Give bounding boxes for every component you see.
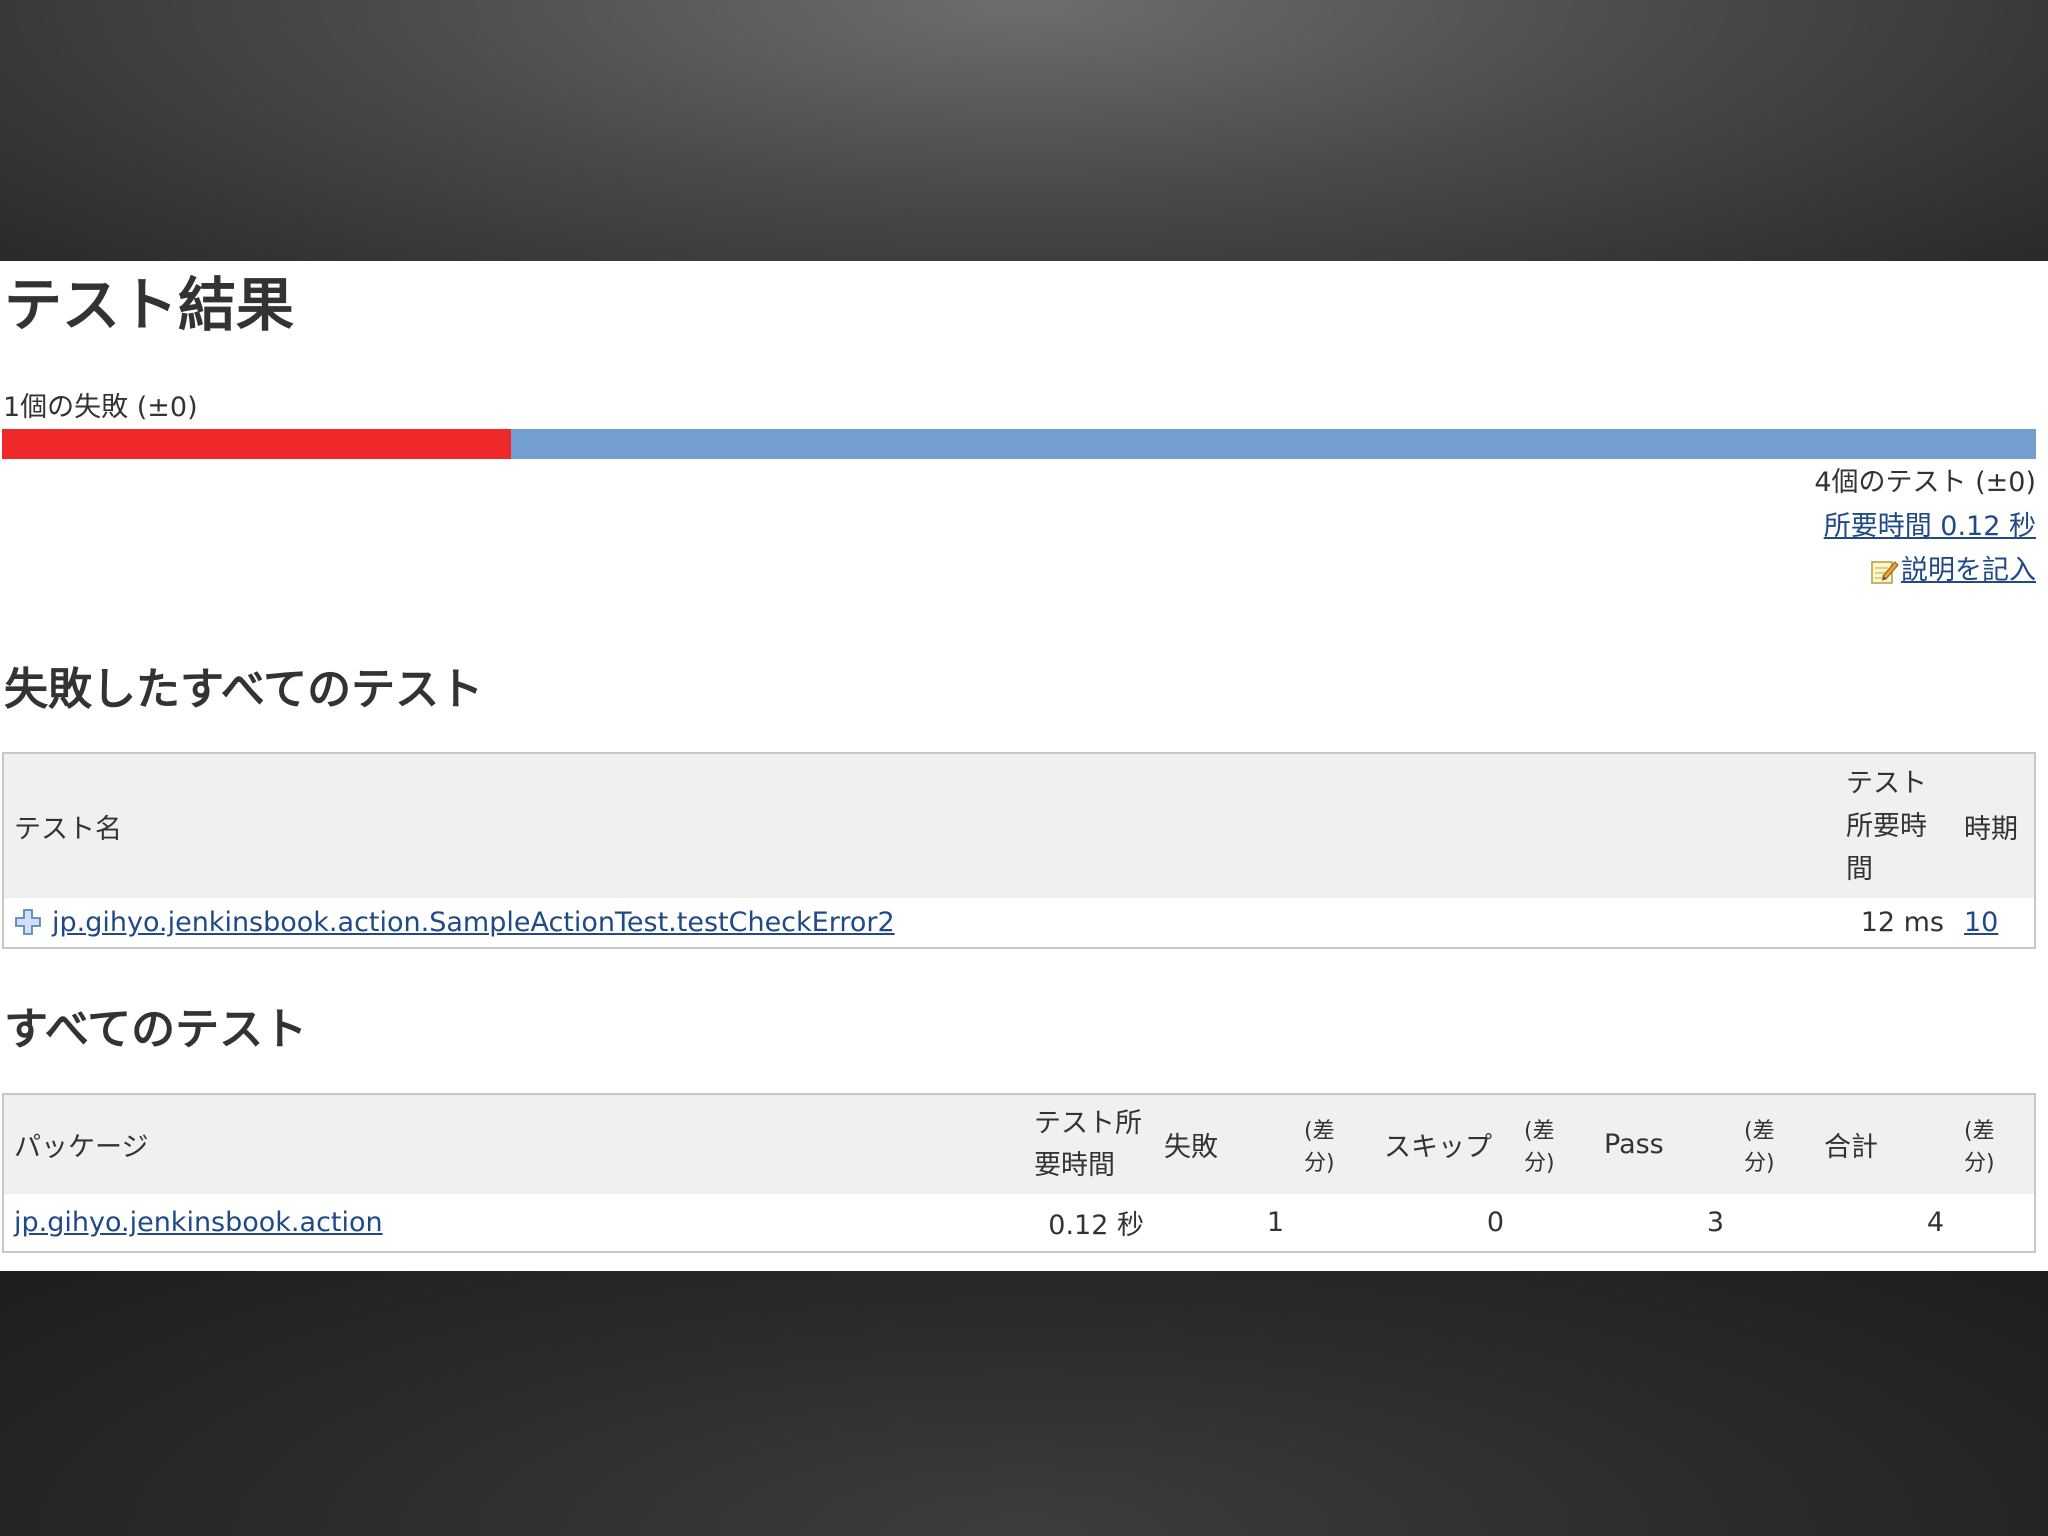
failed-tests-header-row: テスト名 テスト所要時間 時期 bbox=[3, 753, 2035, 898]
package-total-count: 4 bbox=[1814, 1194, 1954, 1252]
notepad-edit-icon[interactable] bbox=[1869, 556, 1899, 586]
header-total-diff: (差分) bbox=[1954, 1094, 2035, 1194]
package-fail-count: 1 bbox=[1154, 1194, 1294, 1252]
page-title: テスト結果 bbox=[4, 271, 295, 339]
summary-info: 4個のテスト (±0) 所要時間 0.12 秒 説明を記入 bbox=[1814, 461, 2036, 593]
table-row: jp.gihyo.jenkinsbook.action 0.12 秒 1 0 3… bbox=[3, 1194, 2035, 1252]
package-fail-diff bbox=[1294, 1194, 1374, 1252]
all-tests-header-row: パッケージ テスト所要時間 失敗 (差分) スキップ (差分) Pass (差分… bbox=[3, 1094, 2035, 1194]
package-cell: jp.gihyo.jenkinsbook.action bbox=[3, 1194, 1024, 1252]
duration-link[interactable]: 所要時間 0.12 秒 bbox=[1824, 511, 2036, 542]
slide-background-bottom bbox=[0, 1271, 2048, 1536]
failed-tests-title: 失敗したすべてのテスト bbox=[4, 664, 484, 715]
table-row: jp.gihyo.jenkinsbook.action.SampleAction… bbox=[3, 898, 2035, 948]
package-link[interactable]: jp.gihyo.jenkinsbook.action bbox=[14, 1207, 383, 1238]
package-duration: 0.12 秒 bbox=[1024, 1194, 1154, 1252]
header-test-duration: テスト所要時間 bbox=[1836, 753, 1954, 898]
progress-pass-segment bbox=[510, 429, 2036, 459]
header-pass-diff: (差分) bbox=[1734, 1094, 1814, 1194]
header-fail: 失敗 bbox=[1154, 1094, 1294, 1194]
package-total-diff bbox=[1954, 1194, 2035, 1252]
header-skip: スキップ bbox=[1374, 1094, 1514, 1194]
header-fail-diff: (差分) bbox=[1294, 1094, 1374, 1194]
failed-test-cell: jp.gihyo.jenkinsbook.action.SampleAction… bbox=[3, 898, 1836, 948]
package-skip-count: 0 bbox=[1374, 1194, 1514, 1252]
failed-test-age-link[interactable]: 10 bbox=[1964, 907, 1998, 938]
package-skip-diff bbox=[1514, 1194, 1594, 1252]
expand-plus-icon[interactable] bbox=[14, 908, 42, 936]
all-tests-title: すべてのテスト bbox=[4, 1004, 308, 1055]
header-package: パッケージ bbox=[3, 1094, 1024, 1194]
slide-background-top bbox=[0, 0, 2048, 261]
header-total: 合計 bbox=[1814, 1094, 1954, 1194]
progress-fail-segment bbox=[2, 429, 511, 459]
header-pass: Pass bbox=[1594, 1094, 1734, 1194]
all-tests-table: パッケージ テスト所要時間 失敗 (差分) スキップ (差分) Pass (差分… bbox=[2, 1093, 2036, 1253]
test-count: 4個のテスト (±0) bbox=[1814, 467, 2036, 498]
package-pass-count: 3 bbox=[1594, 1194, 1734, 1252]
header-duration: テスト所要時間 bbox=[1024, 1094, 1154, 1194]
failed-test-age-cell: 10 bbox=[1954, 898, 2035, 948]
header-age: 時期 bbox=[1954, 753, 2035, 898]
fail-summary: 1個の失敗 (±0) bbox=[3, 392, 198, 423]
failed-test-link[interactable]: jp.gihyo.jenkinsbook.action.SampleAction… bbox=[52, 907, 895, 938]
header-skip-diff: (差分) bbox=[1514, 1094, 1594, 1194]
test-result-page: テスト結果 1個の失敗 (±0) 4個のテスト (±0) 所要時間 0.12 秒… bbox=[0, 261, 2048, 1271]
package-pass-diff bbox=[1734, 1194, 1814, 1252]
header-test-name: テスト名 bbox=[3, 753, 1836, 898]
test-progress-bar bbox=[2, 429, 2036, 459]
failed-tests-table: テスト名 テスト所要時間 時期 jp.gihyo.jenkinsbook.act… bbox=[2, 752, 2036, 949]
add-description-link[interactable]: 説明を記入 bbox=[1901, 555, 2036, 586]
failed-test-duration: 12 ms bbox=[1836, 898, 1954, 948]
